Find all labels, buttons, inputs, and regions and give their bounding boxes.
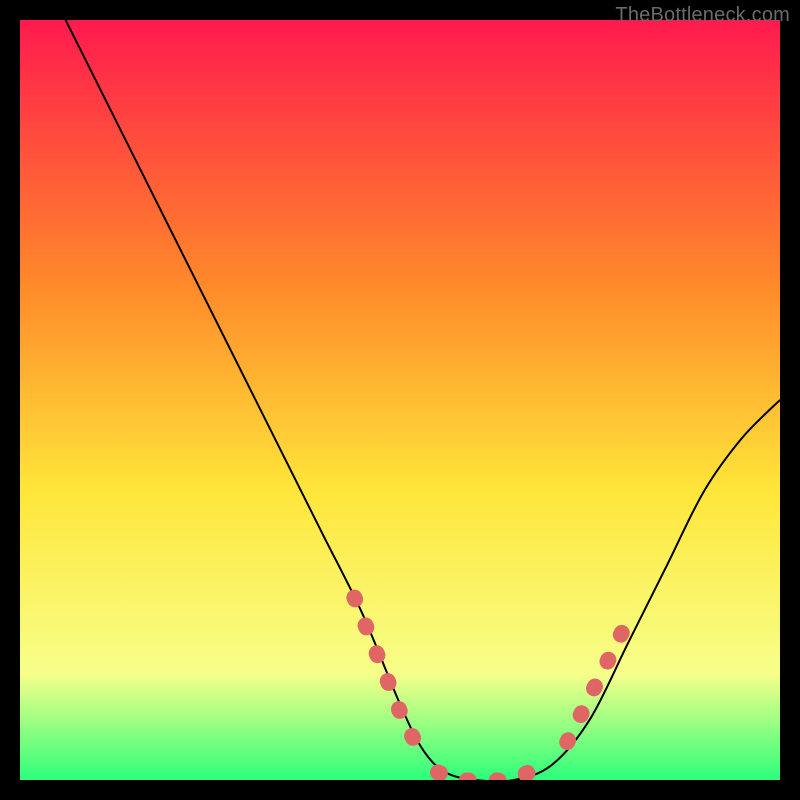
chart-svg <box>20 20 780 780</box>
chart-frame <box>20 20 780 780</box>
watermark-text: TheBottleneck.com <box>615 4 790 27</box>
gradient-background <box>20 20 780 780</box>
